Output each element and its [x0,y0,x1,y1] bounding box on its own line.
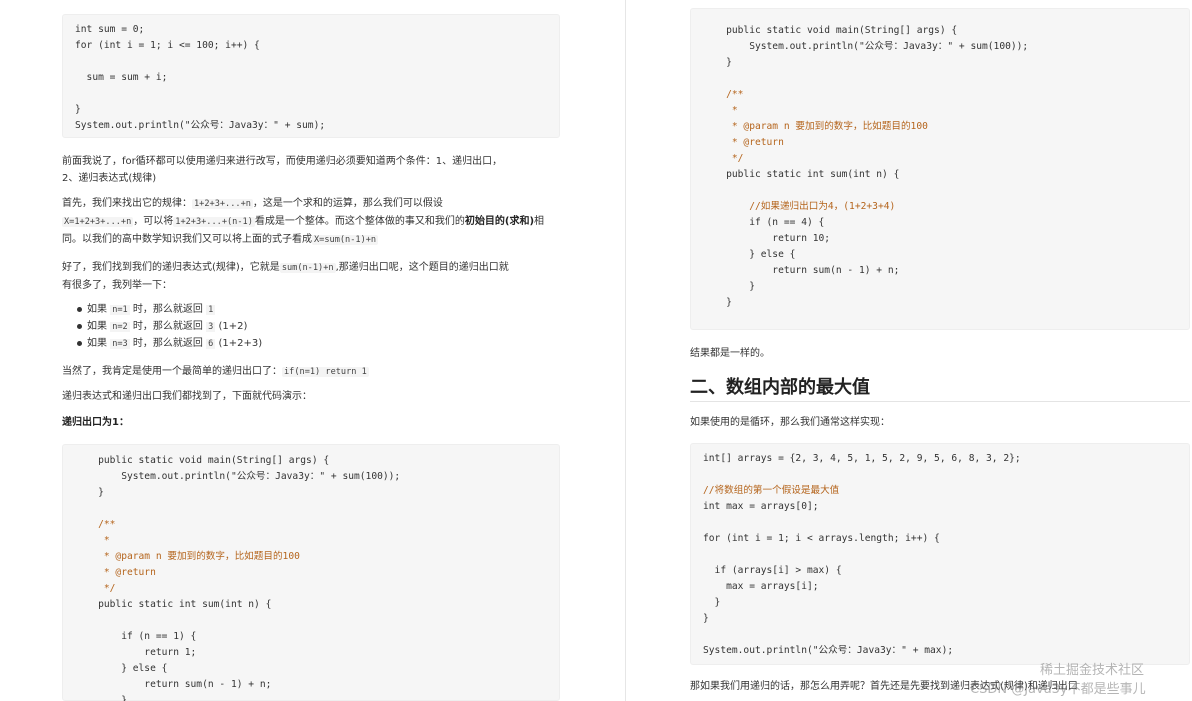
code-line: } [75,695,127,701]
paragraph-line: 前面我说了，for循环都可以使用递归来进行改写，而使用递归必须要知道两个条件：1… [62,156,503,167]
code-line: } [703,597,721,608]
code-line: return sum(n - 1) + n; [703,265,900,276]
code-line: //如果递归出口为4，(1+2+3+4) [703,201,896,212]
code-line: } [703,613,709,624]
code-line: if (arrays[i] > max) { [703,565,842,576]
code-line: return 10; [703,233,831,244]
code-block-recursion-exit-1: public static void main(String[] args) {… [62,444,560,701]
watermark-csdn: CSDN @Java3y不都是些事儿 [970,682,1146,697]
code-line: } else { [75,663,168,674]
code-line: public static void main(String[] args) { [703,25,958,36]
code-line: for (int i = 1; i <= 100; i++) { [75,40,260,51]
text: (1+2+3) [215,338,263,349]
code-line: for (int i = 1; i < arrays.length; i++) … [703,533,940,544]
code-line: * [75,535,110,546]
text: 如果 [87,321,111,332]
inline-code: n=3 [110,339,130,349]
code-line: * @param n 要加到的数字，比如题目的100 [75,551,300,562]
text: ，这是一个求和的运算，那么我们可以假设 [252,198,443,209]
inline-code: X=sum(n-1)+n [312,235,379,245]
text: 好了，我们找到我们的递归表达式(规律)，它就是 [62,262,280,273]
code-line: public static int sum(int n) { [75,599,272,610]
text: 看成是一个整体。而这个整体做的事又和我们的 [254,216,465,227]
text: 时，那么就返回 [129,321,207,332]
text: ,那递归出口呢，这个题目的递归出口就 [335,262,509,273]
code-line: System.out.println("公众号：Java3y：" + max); [703,645,954,656]
code-block-recursion-exit-4: public static void main(String[] args) {… [690,8,1190,330]
paragraph-conditions: 前面我说了，for循环都可以使用递归来进行改写，而使用递归必须要知道两个条件：1… [62,153,562,187]
bold-text: 递归出口为1： [62,417,129,428]
paragraph-same-result: 结果都是一样的。 [690,348,770,359]
paragraph-rule: 首先，我们来找出它的规律： 1+2+3+...+n ，这是一个求和的运算，那么我们可… [62,195,562,249]
watermark-juejin: 稀土掘金技术社区 [1040,663,1145,678]
code-line: } [703,297,732,308]
heading-rule [690,401,1190,402]
inline-code: 1+2+3+...+n [192,199,253,209]
paragraph-line: 有很多了，我列举一下： [62,280,172,291]
code-line: System.out.println("公众号：Java3y：" + sum(1… [75,471,401,482]
code-line: return 1; [75,647,197,658]
text: 首先，我们来找出它的规律： [62,198,192,209]
code-line: int max = arrays[0]; [703,501,819,512]
code-line: //将数组的第一个假设是最大值 [703,485,840,496]
code-line: public static void main(String[] args) { [75,455,330,466]
inline-code: 3 [206,322,216,332]
list-item: 如果 n=1 时，那么就返回 1 [76,301,216,319]
inline-code: 6 [206,339,216,349]
inline-code: X=1+2+3+...+n [62,217,134,227]
bold-text: 初始目的(求和) [464,216,535,227]
text: 当然了，我肯定是使用一个最简单的递归出口了： [62,366,282,377]
text: 时，那么就返回 [129,304,207,315]
inline-code: if(n=1) return 1 [282,367,369,377]
inline-code: 1 [206,305,216,315]
code-line: * @param n 要加到的数字，比如题目的100 [703,121,928,132]
code-line: * @return [75,567,156,578]
code-line: public static int sum(int n) { [703,169,900,180]
code-line: System.out.println("公众号：Java3y：" + sum(1… [703,41,1029,52]
paragraph-exit-label: 递归出口为1： [62,414,562,431]
code-line: * @return [703,137,784,148]
text: ，可以将 [133,216,174,227]
code-line: if (n == 4) { [703,217,825,228]
code-line: if (n == 1) { [75,631,197,642]
section-heading: 二、数组内部的最大值 [690,377,870,398]
inline-code: n=1 [110,305,130,315]
code-line: sum = sum + i; [75,72,168,83]
code-line: } [75,104,81,115]
inline-code: sum(n-1)+n [279,263,336,273]
paragraph-expression: 好了，我们找到我们的递归表达式(规律)，它就是 sum(n-1)+n ,那递归出口呢… [62,259,562,294]
code-line: } [75,487,104,498]
code-line: } [703,281,755,292]
text: 时，那么就返回 [129,338,207,349]
code-line: /** [75,519,116,530]
code-line: max = arrays[i]; [703,581,819,592]
paragraph-demo: 递归表达式和递归出口我们都找到了，下面就代码演示： [62,391,312,402]
inline-code: 1+2+3+...+(n-1) [173,217,255,227]
list-item: 如果 n=3 时，那么就返回 6 (1+2+3) [76,335,263,353]
code-line: System.out.println("公众号：Java3y：" + sum); [75,120,326,131]
code-line: int sum = 0; [75,24,145,35]
code-line: /** [703,89,744,100]
code-line: return sum(n - 1) + n; [75,679,272,690]
paragraph-loop-impl: 如果使用的是循环，那么我们通常这样实现： [690,417,890,428]
code-block-array-max: int[] arrays = {2, 3, 4, 5, 1, 5, 2, 9, … [690,443,1190,665]
inline-code: n=2 [110,322,130,332]
code-line: * [703,105,738,116]
text: 如果 [87,304,111,315]
list-item: 如果 n=2 时，那么就返回 3 (1+2) [76,318,248,336]
code-line: } else { [703,249,796,260]
paragraph-line: 2、递归表达式(规律) [62,173,157,184]
code-line: */ [703,153,744,164]
code-line: } [703,57,732,68]
paragraph-simplest-exit: 当然了，我肯定是使用一个最简单的递归出口了： if(n=1) return 1 [62,363,562,381]
code-block-sum-loop: int sum = 0; for (int i = 1; i <= 100; i+… [62,14,560,138]
text: 如果 [87,338,111,349]
code-line: int[] arrays = {2, 3, 4, 5, 1, 5, 2, 9, … [703,453,1021,464]
column-divider [625,0,626,701]
code-line: */ [75,583,116,594]
text: (1+2) [215,321,248,332]
